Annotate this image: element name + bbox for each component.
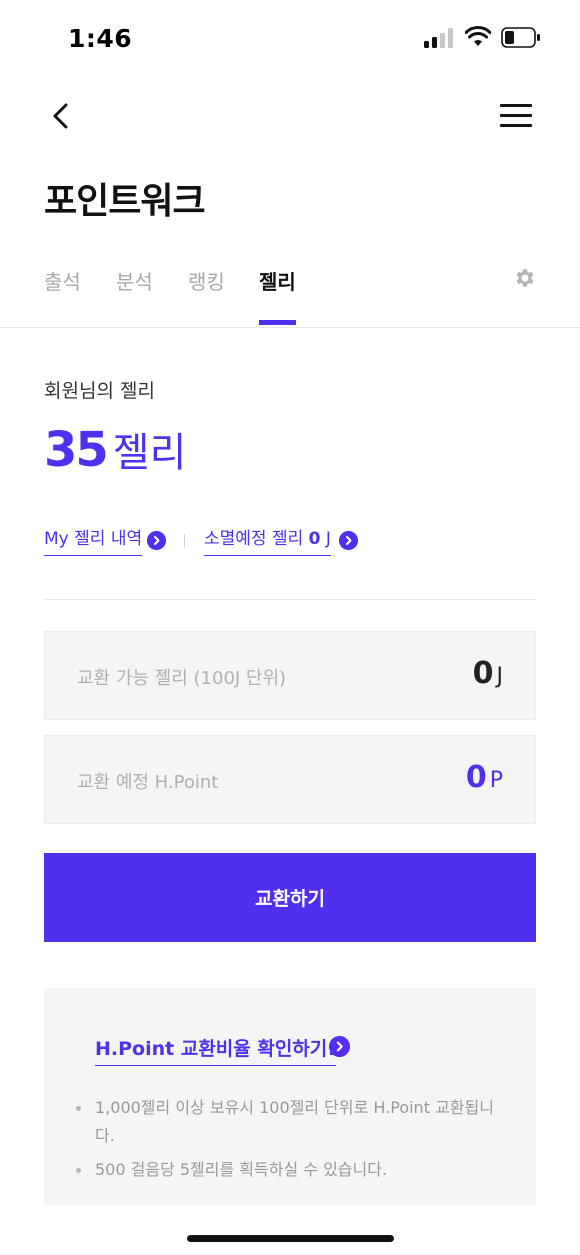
- expected-hpoint-field[interactable]: 교환 예정 H.Point 0 P: [44, 735, 536, 824]
- chevron-right-circle-icon[interactable]: [329, 1036, 350, 1057]
- page-title: 포인트워크: [44, 181, 206, 222]
- gear-icon[interactable]: [513, 266, 537, 290]
- info-list: 1,000젤리 이상 보유시 100젤리 단위로 H.Point 교환됩니다. …: [74, 1094, 504, 1190]
- jelly-balance-unit: 젤리: [112, 430, 187, 476]
- jelly-balance-value: 35: [44, 422, 109, 478]
- chevron-right-circle-icon[interactable]: [147, 531, 166, 550]
- expected-hpoint-unit: P: [489, 768, 503, 793]
- exchangeable-jelly-label: 교환 가능 젤리 (100J 단위): [77, 668, 287, 689]
- jelly-history-label: My 젤리 내역: [44, 529, 143, 549]
- link-separator: [184, 534, 185, 548]
- exchangeable-jelly-unit: J: [496, 664, 504, 689]
- expiring-jelly-value: 0: [308, 529, 321, 549]
- signal-icon: [424, 28, 454, 48]
- exchangeable-jelly-field[interactable]: 교환 가능 젤리 (100J 단위) 0 J: [44, 631, 536, 720]
- tab-jelly[interactable]: 젤리: [259, 266, 296, 295]
- expiring-jelly-label: 소멸예정 젤리: [204, 529, 304, 549]
- expiring-jelly-unit: J: [325, 529, 331, 549]
- tab-ranking[interactable]: 랭킹: [188, 266, 225, 295]
- nav-bar: [0, 88, 580, 144]
- exchange-rate-link[interactable]: H.Point 교환비율 확인하기!: [95, 1034, 336, 1066]
- jelly-links: My 젤리 내역 소멸예정 젤리 0 J: [44, 524, 444, 556]
- active-tab-indicator: [259, 320, 296, 325]
- info-item: 500 걸음당 5젤리를 획득하실 수 있습니다.: [74, 1156, 504, 1184]
- jelly-balance-label: 회원님의 젤리: [44, 380, 155, 402]
- hamburger-menu-icon[interactable]: [500, 102, 534, 130]
- info-item: 1,000젤리 이상 보유시 100젤리 단위로 H.Point 교환됩니다.: [74, 1094, 504, 1150]
- expiring-jelly-link[interactable]: 소멸예정 젤리 0 J: [204, 524, 331, 556]
- exchangeable-jelly-value: 0 J: [473, 656, 503, 691]
- wifi-icon: [465, 26, 491, 46]
- jelly-history-link[interactable]: My 젤리 내역: [44, 524, 143, 556]
- expected-hpoint-label: 교환 예정 H.Point: [77, 772, 219, 793]
- status-time: 1:46: [68, 24, 133, 53]
- exchange-button[interactable]: 교환하기: [44, 853, 536, 942]
- chevron-right-circle-icon[interactable]: [339, 531, 358, 550]
- tab-analysis[interactable]: 분석: [116, 266, 153, 295]
- battery-icon: [501, 27, 540, 48]
- section-divider: [44, 599, 536, 600]
- exchange-rate-label: H.Point 교환비율 확인하기!: [95, 1038, 336, 1060]
- tab-attendance[interactable]: 출석: [44, 266, 81, 295]
- exchangeable-jelly-number: 0: [472, 656, 494, 691]
- expected-hpoint-number: 0: [465, 760, 487, 795]
- tab-bar: 출석 분석 랭킹 젤리: [0, 262, 580, 328]
- jelly-balance: 35 젤리: [44, 420, 186, 478]
- expected-hpoint-value: 0 P: [466, 760, 503, 795]
- chevron-left-icon[interactable]: [44, 98, 80, 134]
- status-bar: 1:46: [0, 0, 580, 80]
- info-box: H.Point 교환비율 확인하기! 1,000젤리 이상 보유시 100젤리 …: [44, 988, 536, 1206]
- home-indicator: [187, 1235, 394, 1242]
